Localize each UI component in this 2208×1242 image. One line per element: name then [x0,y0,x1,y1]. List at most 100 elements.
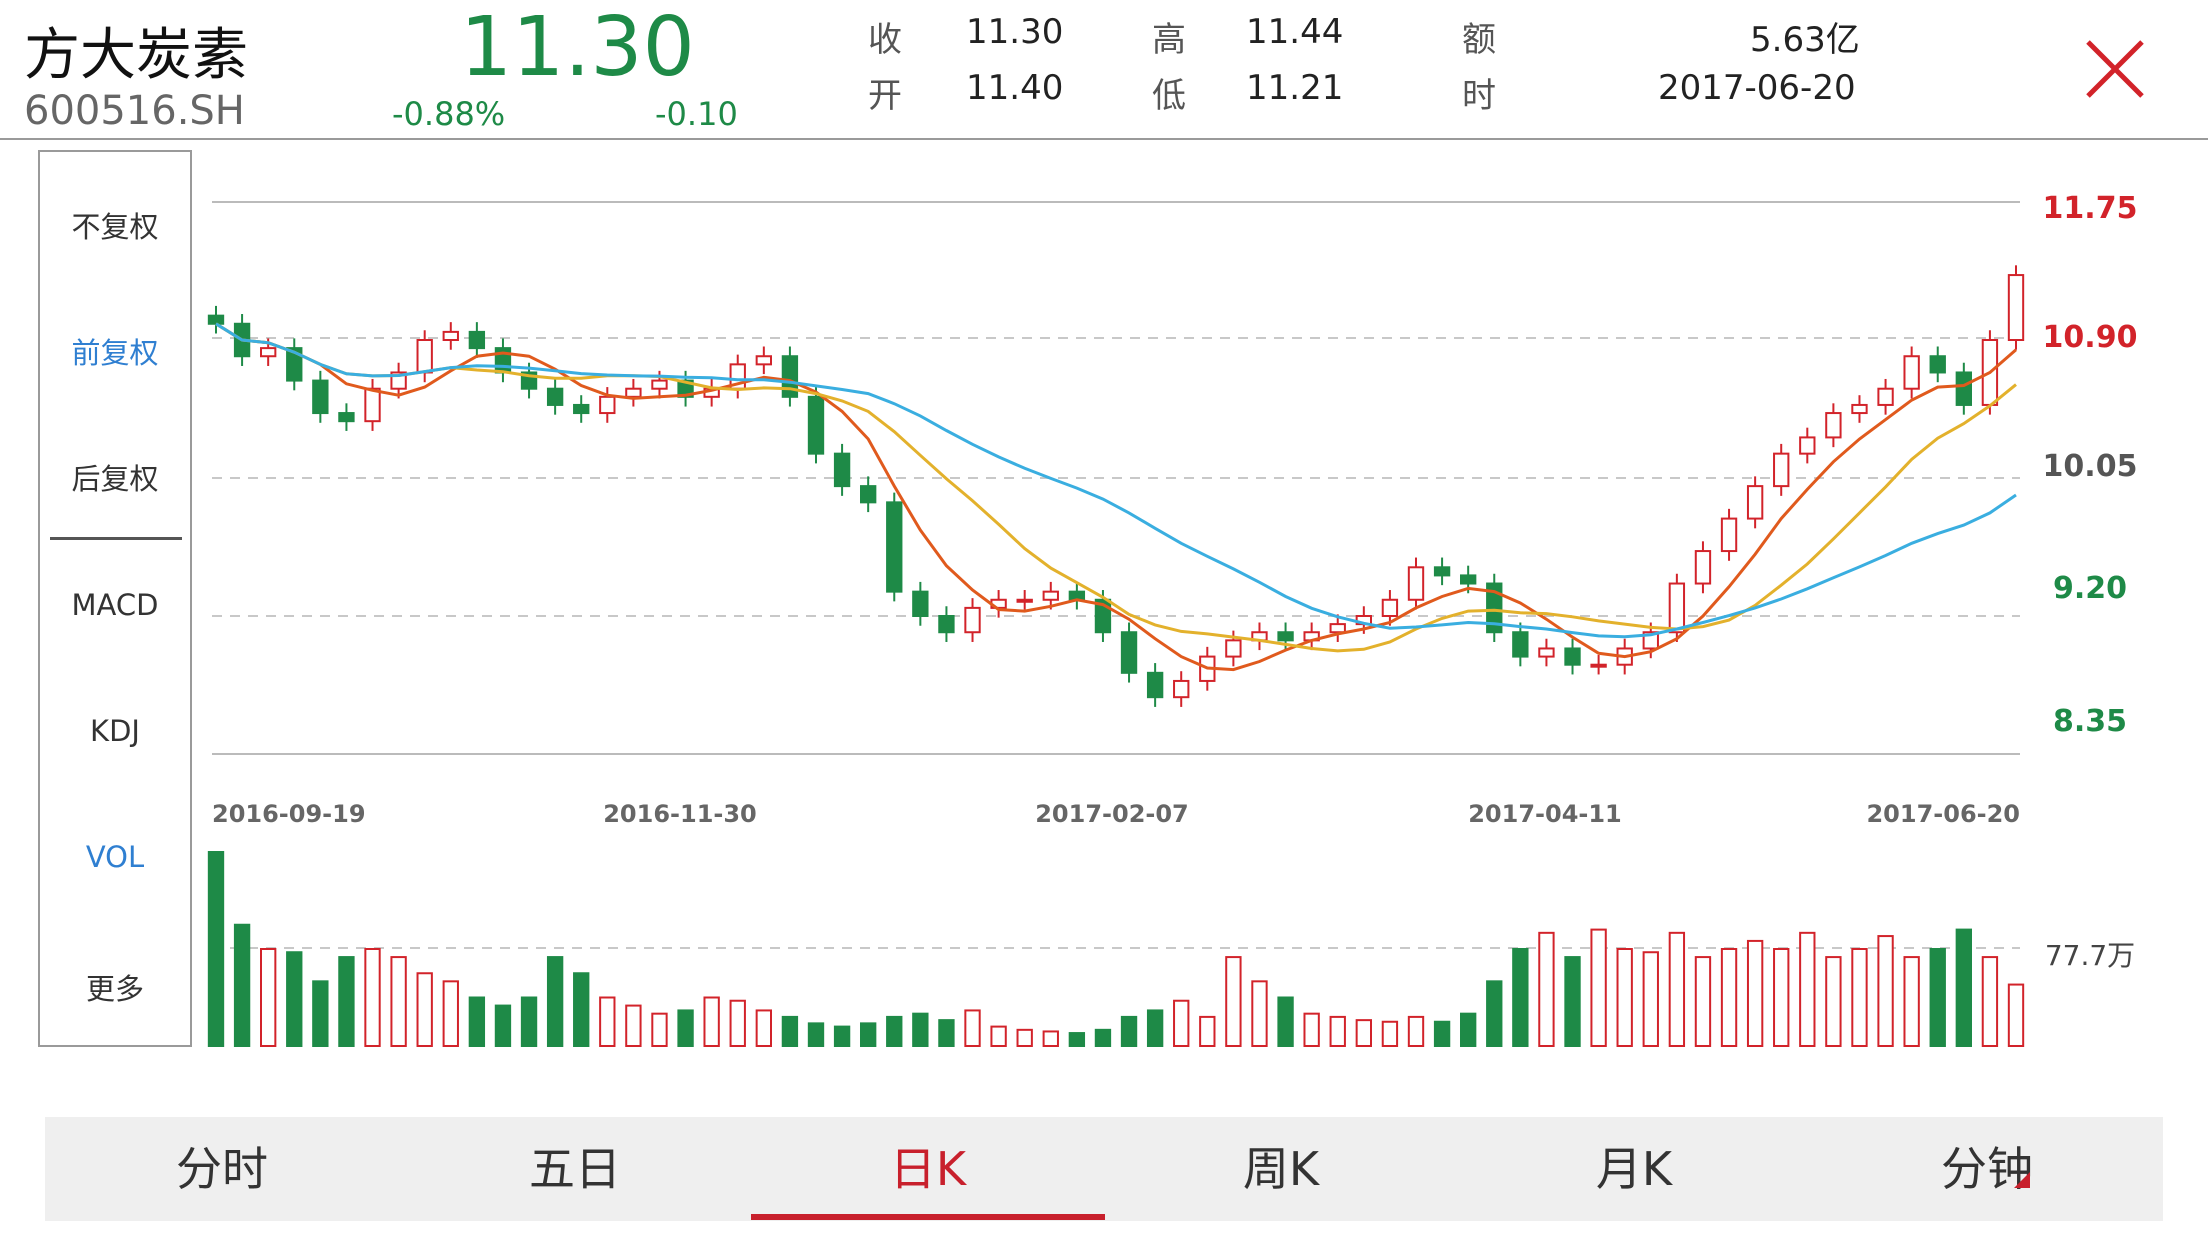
volume-bar [1433,1020,1451,1047]
volume-bar [1877,935,1894,1047]
volume-bar [364,948,381,1047]
date-axis-label: 2017-06-20 [1866,800,2020,828]
volume-bar [1120,1015,1138,1048]
candle [1173,671,1190,707]
date-axis-label: 2016-09-19 [212,800,366,828]
volume-bar [886,1015,903,1048]
candle [1486,573,1503,642]
volume-bar [625,1004,642,1047]
volume-bar [520,996,538,1047]
volume-bar [1355,1019,1373,1048]
volume-bar [1199,1015,1216,1048]
candle [1251,622,1268,651]
volume-bar [1277,996,1294,1047]
candle [286,338,303,391]
volume-bar [990,1025,1007,1047]
candle [494,338,512,383]
candle [860,476,877,513]
volume-bar [1538,931,1555,1047]
candle [1538,638,1555,667]
candle [1146,663,1164,707]
price-axis-label: 11.75 [2043,191,2138,226]
price-axis-label: 10.05 [2043,449,2138,484]
candle [312,370,329,423]
volume-bar [1251,980,1268,1047]
candlestick-series [207,265,2025,707]
volume-bar [1799,931,1816,1047]
volume-bar [1068,1032,1086,1047]
volume-bar [1173,999,1190,1048]
volume-bar [494,1004,512,1047]
kline-chart[interactable]: 11.75 10.90 10.05 9.20 8.35 2016-09-19 2… [0,0,2208,1100]
candle [1433,557,1451,586]
volume-bar [207,851,225,1047]
candle [468,322,486,358]
volume-bar [468,996,486,1047]
tab-intraday[interactable]: 分时 [45,1117,399,1221]
active-tab-indicator [751,1214,1105,1220]
volume-bar [416,972,433,1047]
volume-bar [233,923,251,1047]
tab-monthly-k[interactable]: 月K [1457,1117,1811,1221]
volume-bar [755,1009,772,1048]
candle [2007,265,2025,350]
volume-bar [1486,980,1503,1047]
volume-bar [573,972,590,1047]
candle [1825,403,1842,448]
tab-five-day[interactable]: 五日 [398,1117,752,1221]
volume-bar [1851,948,1868,1047]
candle [1590,654,1607,675]
volume-bar [938,1019,955,1048]
volume-bar [599,996,616,1047]
price-axis-label: 8.35 [2053,704,2127,739]
candle [546,378,564,415]
volume-bar [1929,948,1946,1047]
candle [1903,346,1920,399]
tab-daily-k[interactable]: 日K [751,1117,1105,1221]
volume-bar [912,1012,929,1048]
volume-bar [442,980,459,1047]
volume-bar [1016,1028,1033,1048]
candle [1877,378,1894,415]
volume-bar [390,956,407,1047]
tab-minute[interactable]: 分钟 [1810,1117,2164,1221]
volume-bar [1616,948,1633,1047]
candle [1564,638,1581,675]
candle [1016,590,1033,610]
moving-average-lines [215,322,2017,672]
candle [912,581,929,626]
candle [990,590,1007,618]
volume-bar [1460,1012,1477,1048]
candle [1303,622,1320,651]
candle [1120,622,1138,683]
date-axis-label: 2017-02-07 [1035,800,1189,828]
candle [1407,557,1425,610]
candle [364,378,381,431]
dropdown-triangle-icon[interactable] [2012,1170,2032,1190]
candle [1773,443,1790,496]
ma5-line [215,322,2017,672]
volume-bar [729,999,746,1048]
period-tabbar: 分时 五日 日K 周K 月K 分钟 [45,1117,2163,1221]
volume-bar [1694,956,1712,1047]
candle [938,606,955,642]
candle [1851,395,1868,423]
candle [1955,362,1973,415]
volume-bar [807,1022,825,1047]
candle [1720,508,1738,561]
tab-weekly-k[interactable]: 周K [1104,1117,1458,1221]
volume-axis-label: 77.7万 [2045,939,2135,972]
candle [833,443,851,496]
candle [729,354,746,399]
candle [1929,346,1946,383]
volume-bar [1825,956,1842,1047]
candle [442,322,459,350]
candle [1799,427,1816,464]
volume-bar [860,1022,877,1047]
volume-bar [1955,928,1973,1047]
candle [781,346,799,407]
volume-bar [338,956,355,1047]
volume-bar [1146,1009,1164,1048]
candle [1512,622,1529,667]
candle [1746,476,1764,529]
